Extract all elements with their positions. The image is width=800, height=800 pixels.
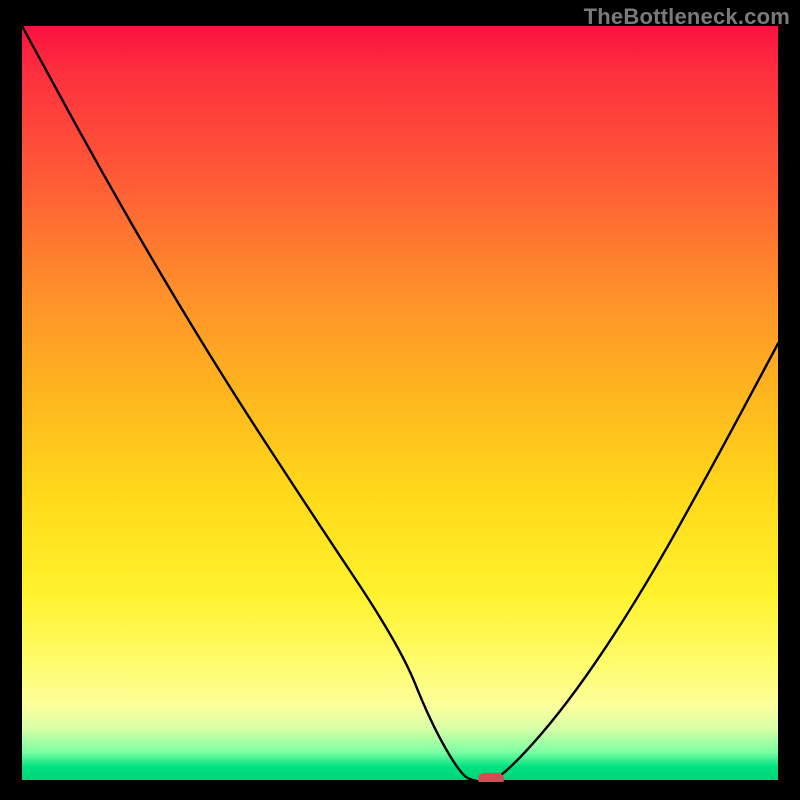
bottleneck-curve	[22, 26, 778, 782]
watermark-text: TheBottleneck.com	[584, 4, 790, 30]
plot-area	[22, 26, 778, 782]
chart-frame: TheBottleneck.com	[0, 0, 800, 800]
optimal-marker	[478, 773, 504, 782]
x-axis-line	[22, 780, 778, 782]
